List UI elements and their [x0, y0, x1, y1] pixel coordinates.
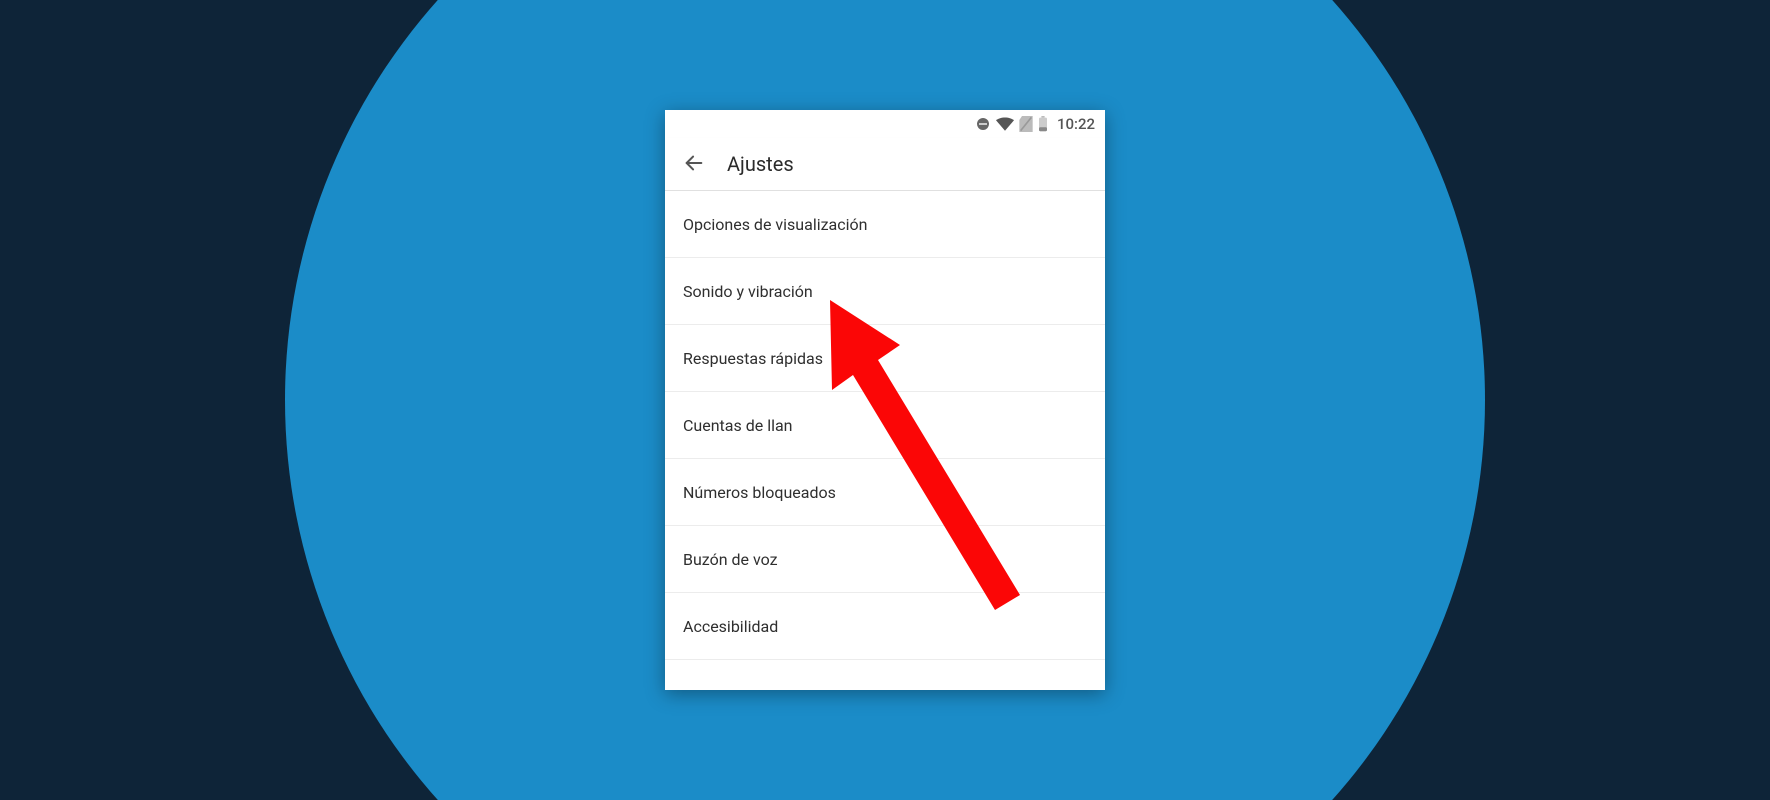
list-item-label: Sonido y vibración: [683, 282, 813, 301]
page-title: Ajustes: [727, 152, 794, 176]
settings-list: Opciones de visualización Sonido y vibra…: [665, 191, 1105, 660]
settings-item-accessibility[interactable]: Accesibilidad: [665, 593, 1105, 660]
stage: 10:22 Ajustes Opciones de visualización …: [0, 0, 1770, 800]
settings-item-blocked-numbers[interactable]: Números bloqueados: [665, 459, 1105, 526]
back-button[interactable]: [679, 148, 709, 181]
status-bar: 10:22: [665, 110, 1105, 138]
list-item-label: Números bloqueados: [683, 483, 836, 502]
no-sim-icon: [1019, 116, 1033, 132]
list-item-label: Accesibilidad: [683, 617, 778, 636]
arrow-back-icon: [683, 152, 705, 174]
settings-item-voicemail[interactable]: Buzón de voz: [665, 526, 1105, 593]
list-item-label: Buzón de voz: [683, 550, 778, 569]
wifi-icon: [996, 117, 1014, 131]
status-time: 10:22: [1057, 115, 1095, 133]
settings-item-quick-responses[interactable]: Respuestas rápidas: [665, 325, 1105, 392]
app-bar: Ajustes: [665, 138, 1105, 191]
battery-icon: [1038, 116, 1048, 132]
list-item-label: Opciones de visualización: [683, 215, 867, 234]
phone-frame: 10:22 Ajustes Opciones de visualización …: [665, 110, 1105, 690]
settings-item-call-accounts[interactable]: Cuentas de llan: [665, 392, 1105, 459]
list-item-label: Cuentas de llan: [683, 416, 793, 435]
do-not-disturb-icon: [975, 116, 991, 132]
settings-item-display-options[interactable]: Opciones de visualización: [665, 191, 1105, 258]
settings-item-sound-vibration[interactable]: Sonido y vibración: [665, 258, 1105, 325]
list-item-label: Respuestas rápidas: [683, 349, 823, 368]
